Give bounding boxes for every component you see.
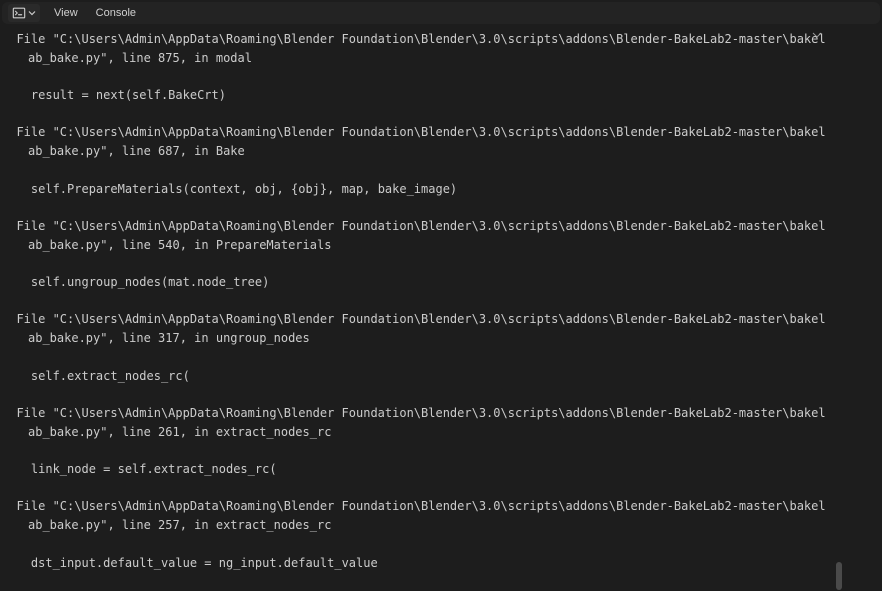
console-output: File "C:\Users\Admin\AppData\Roaming\Ble… bbox=[0, 24, 828, 589]
blank-line bbox=[2, 105, 826, 124]
traceback-file-line: File "C:\Users\Admin\AppData\Roaming\Ble… bbox=[2, 310, 826, 347]
traceback-code-line: self.ungroup_nodes(mat.node_tree) bbox=[2, 273, 826, 292]
traceback-file-line: File "C:\Users\Admin\AppData\Roaming\Ble… bbox=[2, 404, 826, 441]
scrollbar[interactable] bbox=[836, 562, 842, 590]
blank-line bbox=[2, 67, 826, 86]
blank-line bbox=[2, 198, 826, 217]
chevron-down-icon bbox=[28, 9, 36, 17]
menu-console[interactable]: Console bbox=[92, 5, 140, 21]
traceback-file-line: File "C:\Users\Admin\AppData\Roaming\Ble… bbox=[2, 497, 826, 534]
traceback-file-line: File "C:\Users\Admin\AppData\Roaming\Ble… bbox=[2, 217, 826, 254]
console-header: View Console bbox=[2, 2, 880, 24]
blank-line bbox=[2, 348, 826, 367]
traceback-code-line: link_node = self.extract_nodes_rc( bbox=[2, 460, 826, 479]
console-icon bbox=[12, 6, 26, 20]
blank-line bbox=[2, 441, 826, 460]
blank-line bbox=[2, 254, 826, 273]
traceback-code-line: result = next(self.BakeCrt) bbox=[2, 86, 826, 105]
blank-line bbox=[2, 292, 826, 311]
editor-type-selector[interactable] bbox=[8, 4, 40, 22]
blank-line bbox=[2, 385, 826, 404]
traceback-file-line: File "C:\Users\Admin\AppData\Roaming\Ble… bbox=[2, 30, 826, 67]
traceback-code-line: self.extract_nodes_rc( bbox=[2, 367, 826, 386]
menu-view[interactable]: View bbox=[50, 5, 82, 21]
blank-line bbox=[2, 535, 826, 554]
blank-line bbox=[2, 572, 826, 589]
blank-line bbox=[2, 479, 826, 498]
blank-line bbox=[2, 161, 826, 180]
traceback-code-line: self.PrepareMaterials(context, obj, {obj… bbox=[2, 180, 826, 199]
traceback-file-line: File "C:\Users\Admin\AppData\Roaming\Ble… bbox=[2, 123, 826, 160]
traceback-code-line: dst_input.default_value = ng_input.defau… bbox=[2, 554, 826, 573]
